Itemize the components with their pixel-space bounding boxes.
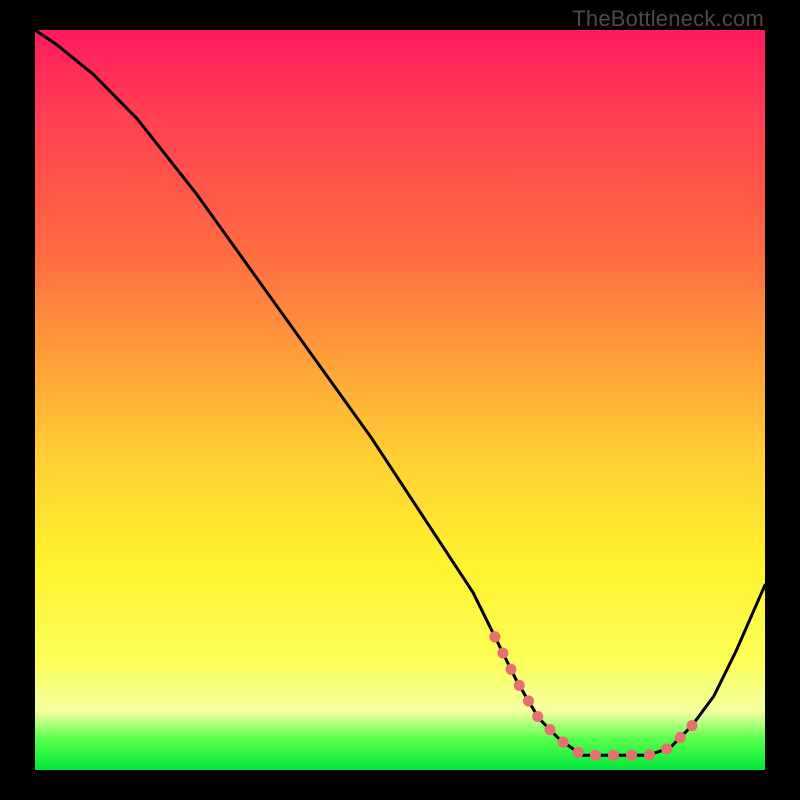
curve-svg [35, 30, 765, 770]
valley-dot [687, 720, 698, 731]
valley-dot [489, 631, 500, 642]
chart-frame: TheBottleneck.com [0, 0, 800, 800]
watermark-text: TheBottleneck.com [572, 6, 764, 32]
plot-gradient-area [35, 30, 765, 770]
bottleneck-curve-path [35, 30, 765, 755]
valley-dots [489, 631, 697, 755]
